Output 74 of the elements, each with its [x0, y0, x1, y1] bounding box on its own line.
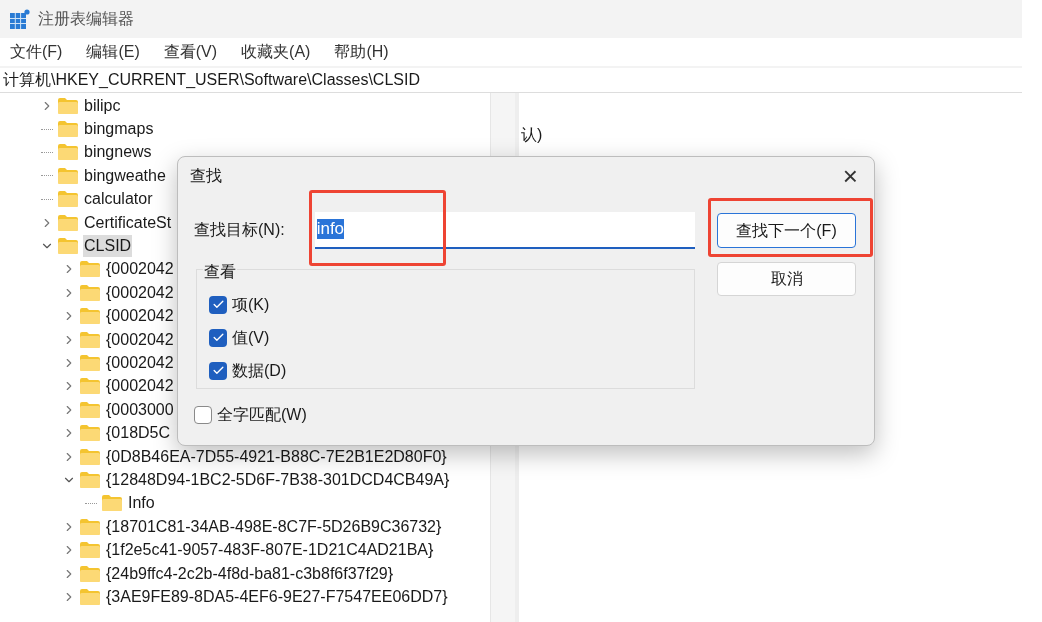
tree-connector [85, 502, 97, 504]
tree-item[interactable]: {18701C81-34AB-498E-8C7F-5D26B9C36732} [105, 515, 443, 538]
checkbox-label[interactable]: 值(V) [232, 325, 270, 350]
tree-connector [41, 175, 53, 177]
tree-item[interactable]: calculator [83, 188, 154, 211]
folder-icon [80, 471, 100, 488]
folder-icon [58, 167, 78, 184]
tree-connector [41, 151, 53, 153]
tree-item[interactable]: {0002042 [105, 352, 175, 374]
folder-icon [80, 355, 100, 371]
tree-item[interactable]: {0D8B46EA-7D55-4921-B88C-7E2B1E2D80F0} [105, 445, 448, 468]
tree-item[interactable]: {018D5C [105, 422, 172, 445]
check-icon [211, 331, 225, 344]
tree-item[interactable]: {0002042 [105, 281, 175, 304]
search-field[interactable]: info [314, 211, 695, 249]
tree-item[interactable]: bilipc [83, 94, 122, 117]
folder-icon [80, 331, 100, 348]
tree-item[interactable]: bingnews [83, 141, 153, 164]
folder-icon [80, 284, 100, 301]
check-icon [211, 298, 225, 311]
tree-item[interactable]: CertificateSt [83, 211, 173, 234]
folder-icon [80, 261, 100, 278]
tree-item[interactable]: bingmaps [83, 118, 155, 141]
target-label: 查找目标(N): [194, 220, 285, 240]
folder-icon [80, 425, 100, 442]
menu-item[interactable]: 编辑(E) [86, 40, 140, 64]
folder-icon [58, 214, 78, 231]
tree-item[interactable]: {1f2e5c41-9057-483F-807E-1D21C4AD21BA} [105, 539, 435, 562]
tree-item[interactable]: {0002042 [105, 258, 175, 281]
folder-icon [80, 448, 100, 465]
folder-icon [58, 97, 78, 114]
checkbox-label[interactable]: 全字匹配(W) [217, 403, 307, 427]
cancel-button[interactable]: 取消 [717, 262, 856, 296]
tree-item[interactable]: {24b9ffc4-2c2b-4f8d-ba81-c3b8f6f37f29} [105, 562, 395, 585]
folder-icon [80, 588, 100, 605]
folder-icon [58, 121, 78, 138]
menu-item[interactable]: 查看(V) [163, 40, 218, 64]
tree-item[interactable]: {3AE9FE89-8DA5-4EF6-9E27-F7547EE06DD7} [105, 585, 449, 608]
folder-icon [80, 542, 100, 559]
tree-item[interactable]: Info [127, 492, 156, 515]
checkbox[interactable] [194, 406, 212, 424]
value-name: 认) [521, 126, 543, 143]
folder-icon [80, 378, 100, 395]
find-next-button[interactable]: 查找下一个(F) [717, 213, 856, 248]
tree-item[interactable]: {0002042 [105, 375, 175, 398]
folder-icon [58, 191, 78, 208]
folder-icon [58, 238, 78, 255]
menu-item[interactable]: 帮助(H) [334, 40, 389, 64]
tree-connector [41, 128, 53, 130]
close-button[interactable]: × [838, 163, 862, 189]
folder-icon [80, 308, 100, 325]
menu-item[interactable]: 收藏夹(A) [241, 40, 311, 64]
window-title: 注册表编辑器 [38, 9, 134, 29]
tree-item[interactable]: {0003000 [105, 398, 175, 421]
folder-icon [80, 565, 100, 582]
folder-icon [58, 144, 78, 161]
tree-item[interactable]: CLSID [83, 235, 133, 258]
tree-item[interactable]: {0002042 [105, 305, 175, 328]
menu-item[interactable]: 文件(F) [10, 40, 63, 64]
dialog-title: 查找 [190, 166, 222, 186]
folder-icon [102, 495, 122, 512]
tree-connector [41, 198, 53, 200]
tree-item[interactable]: {12848D94-1BC2-5D6F-7B38-301DCD4CB49A} [105, 468, 451, 491]
checkbox-label[interactable]: 项(K) [232, 292, 270, 317]
tree-item[interactable]: bingweathe [83, 164, 167, 187]
tree-item[interactable]: {0002042 [105, 328, 175, 351]
checkbox-label[interactable]: 数据(D) [232, 358, 287, 383]
checkbox[interactable] [209, 295, 227, 314]
app-icon [10, 9, 30, 29]
folder-icon [80, 518, 100, 535]
checkbox[interactable] [209, 328, 227, 347]
check-icon [211, 364, 225, 377]
checkbox[interactable] [209, 361, 227, 380]
folder-icon [80, 401, 100, 418]
